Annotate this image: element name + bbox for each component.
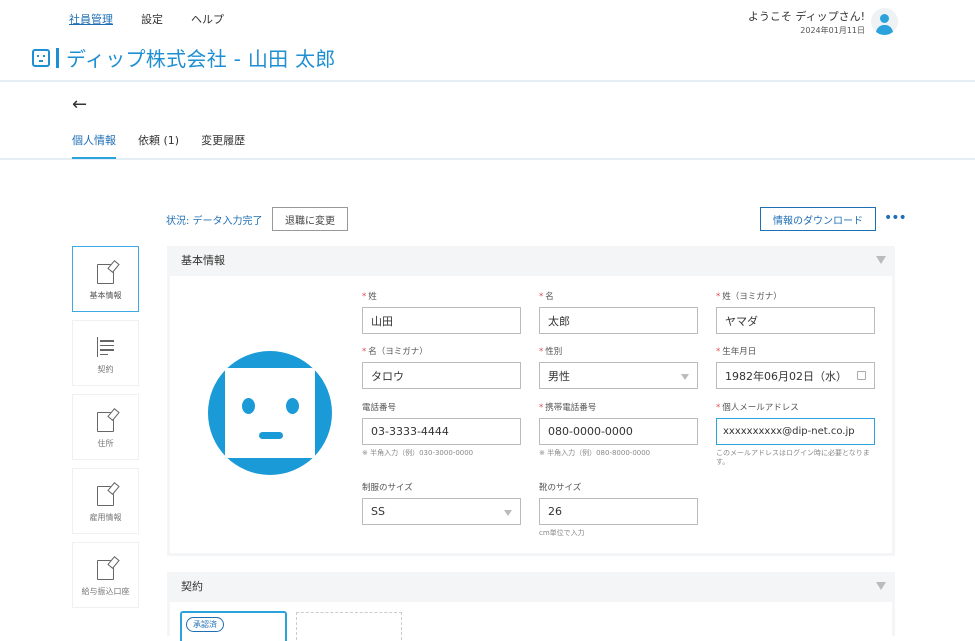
sidenav-label: 契約: [97, 365, 114, 374]
sidenav-label: 住所: [97, 439, 114, 448]
shoe-size-input[interactable]: 26: [539, 498, 698, 525]
edit-icon: [97, 560, 114, 580]
nav-employee-management[interactable]: 社員管理: [69, 11, 113, 27]
top-bar: 社員管理 設定 ヘルプ ようこそ ディップさん! 2024年01月11日 ディッ…: [0, 0, 975, 82]
edit-icon: [97, 264, 114, 284]
gender-value: 男性: [548, 369, 570, 383]
edit-icon: [97, 486, 114, 506]
field-label: 個人メールアドレス: [722, 403, 799, 413]
nav-help[interactable]: ヘルプ: [191, 11, 224, 27]
field-label: 制服のサイズ: [362, 483, 413, 493]
tab-bar: 個人情報 依頼 (1) 変更履歴: [72, 132, 245, 159]
uniform-size-value: SS: [371, 505, 385, 518]
field-label: 名（ヨミガナ）: [368, 347, 428, 357]
sub-header: ← 個人情報 依頼 (1) 変更履歴: [0, 84, 975, 160]
sidenav-item-address[interactable]: 住所: [72, 394, 139, 460]
approved-badge: 承認済: [186, 617, 224, 632]
top-nav: 社員管理 設定 ヘルプ: [69, 11, 224, 27]
chevron-down-icon: [681, 374, 689, 380]
section-header[interactable]: 契約: [167, 572, 895, 600]
right-eye: [286, 398, 299, 414]
tab-change-history[interactable]: 変更履歴: [201, 132, 245, 159]
last-name-field: * 姓 山田: [362, 290, 521, 334]
face-square: [225, 368, 315, 458]
left-eye: [242, 398, 255, 414]
collapse-arrow-icon[interactable]: [876, 256, 886, 264]
first-kana-input[interactable]: タロウ: [362, 362, 521, 389]
email-field: * 個人メールアドレス xxxxxxxxxx@dip-net.co.jp このメー…: [716, 401, 876, 468]
sidenav-label: 給与振込口座: [81, 587, 130, 596]
profile-avatar-image: [208, 351, 332, 475]
mobile-input[interactable]: 080-0000-0000: [539, 418, 698, 445]
field-label: 携帯電話番号: [545, 403, 597, 413]
chevron-down-icon: [504, 510, 512, 516]
tab-personal-info[interactable]: 個人情報: [72, 132, 116, 159]
last-kana-input[interactable]: ヤマダ: [716, 307, 875, 334]
field-label: 名: [545, 292, 554, 302]
mobile-field: * 携帯電話番号 080-0000-0000 ※ 半角入力（例）080-8000-…: [539, 401, 698, 458]
current-date: 2024年01月11日: [800, 26, 865, 35]
nav-settings[interactable]: 設定: [141, 11, 163, 27]
calendar-icon[interactable]: [857, 371, 866, 380]
field-label: 姓: [368, 292, 377, 302]
sidenav-item-basic-info[interactable]: 基本情報: [72, 246, 139, 312]
uniform-size-select[interactable]: SS: [362, 498, 521, 525]
document-icon: [97, 337, 114, 357]
more-options-icon[interactable]: •••: [884, 210, 907, 226]
change-to-retired-button[interactable]: 退職に変更: [272, 207, 348, 231]
birthday-input[interactable]: 1982年06月02日（水）: [716, 362, 875, 389]
field-label: 姓（ヨミガナ）: [722, 292, 782, 302]
contract-card[interactable]: 承認済: [180, 611, 287, 641]
back-arrow-icon[interactable]: ←: [72, 94, 87, 115]
status-text: 状況: データ入力完了: [166, 216, 263, 227]
first-name-field: * 名 太郎: [539, 290, 698, 334]
phone-input[interactable]: 03-3333-4444: [362, 418, 521, 445]
sidenav-item-employment[interactable]: 雇用情報: [72, 468, 139, 534]
sidenav-label: 雇用情報: [89, 513, 122, 522]
avatar-body-icon: [876, 25, 893, 35]
birthday-value: 1982年06月02日（水）: [725, 369, 847, 383]
user-avatar[interactable]: [871, 8, 898, 35]
sidenav-item-contract[interactable]: 契約: [72, 320, 139, 386]
edit-icon: [97, 412, 114, 432]
robot-face-icon: [32, 48, 50, 67]
first-kana-field: * 名（ヨミガナ） タロウ: [362, 345, 521, 389]
page-title: ディップ株式会社 - 山田 太郎: [66, 47, 336, 71]
welcome-text: ようこそ ディップさん!: [747, 10, 865, 23]
gender-select[interactable]: 男性: [539, 362, 698, 389]
section-title: 基本情報: [181, 254, 225, 267]
sidenav-label: 基本情報: [89, 291, 122, 300]
uniform-size-field: 制服のサイズ SS: [362, 481, 521, 525]
field-hint: cm単位で入力: [539, 529, 585, 537]
birthday-field: * 生年月日 1982年06月02日（水）: [716, 345, 875, 389]
section-header[interactable]: 基本情報: [167, 246, 895, 274]
collapse-arrow-icon[interactable]: [876, 582, 886, 590]
mouth: [259, 432, 283, 439]
field-label: 生年月日: [722, 347, 757, 357]
field-hint: ※ 半角入力（例）030-3000-0000: [362, 449, 474, 457]
side-nav: 基本情報 契約 住所 雇用情報 給与振込口座: [72, 246, 139, 616]
field-hint: このメールアドレスはログイン時に必要となります。: [716, 449, 870, 467]
field-label: 靴のサイズ: [539, 483, 582, 493]
field-label: 性別: [545, 347, 563, 357]
field-label: 電話番号: [362, 403, 397, 413]
email-input[interactable]: xxxxxxxxxx@dip-net.co.jp: [716, 418, 875, 445]
last-name-input[interactable]: 山田: [362, 307, 521, 334]
page-title-wrap: ディップ株式会社 - 山田 太郎: [32, 43, 336, 72]
shoe-size-field: 靴のサイズ 26 cm単位で入力: [539, 481, 698, 538]
first-name-input[interactable]: 太郎: [539, 307, 698, 334]
gender-field: * 性別 男性: [539, 345, 698, 389]
avatar-head-icon: [880, 14, 889, 23]
last-kana-field: * 姓（ヨミガナ） ヤマダ: [716, 290, 875, 334]
title-divider: [56, 47, 59, 68]
tab-requests[interactable]: 依頼 (1): [138, 132, 179, 159]
download-info-button[interactable]: 情報のダウンロード: [760, 207, 876, 231]
sidenav-item-bank-account[interactable]: 給与振込口座: [72, 542, 139, 608]
field-hint: ※ 半角入力（例）080-8000-0000: [539, 449, 651, 457]
section-title: 契約: [181, 580, 203, 593]
phone-field: 電話番号 03-3333-4444 ※ 半角入力（例）030-3000-0000: [362, 401, 521, 458]
